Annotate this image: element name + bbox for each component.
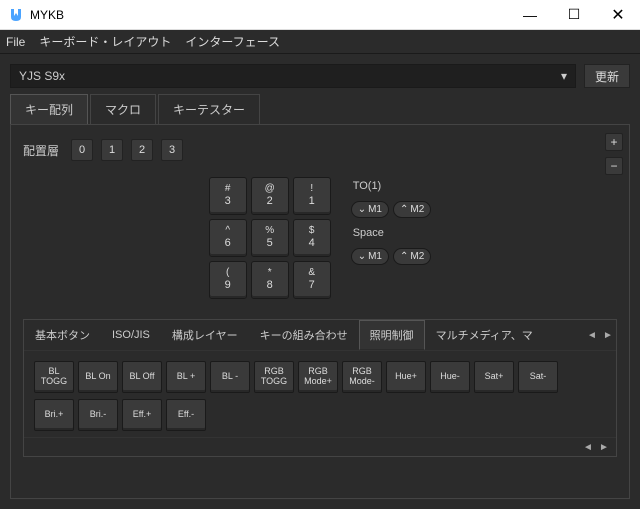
encoder-m1-down-2[interactable]: ⌄M1 [351, 248, 389, 265]
layer-label: 配置層 [23, 142, 59, 159]
cat-scroll-left[interactable]: ◄ [584, 323, 600, 347]
encoder-m1-down[interactable]: ⌄M1 [351, 201, 389, 218]
keycode-panel: 基本ボタン ISO/JIS 構成レイヤー キーの組み合わせ 照明制御 マルチメデ… [23, 319, 617, 457]
main-tabs: キー配列 マクロ キーテスター [0, 94, 640, 124]
lighting-row-2: Bri.+Bri.-Eff.+Eff.- [34, 399, 606, 431]
lighting-btn-bl+[interactable]: BL + [166, 361, 206, 393]
caret-down-icon: ⌄ [358, 204, 366, 215]
cat-tab-iso[interactable]: ISO/JIS [101, 322, 161, 348]
caret-up-icon: ⌃ [400, 251, 408, 262]
lighting-btn-rgbmode-[interactable]: RGBMode- [342, 361, 382, 393]
layer-1-button[interactable]: 1 [101, 139, 123, 161]
cat-tab-combo[interactable]: キーの組み合わせ [249, 320, 359, 350]
key-9[interactable]: (9 [209, 261, 247, 299]
lighting-btn-bloff[interactable]: BL Off [122, 361, 162, 393]
titlebar: MYKB — ☐ ✕ [0, 0, 640, 30]
lighting-row-1: BLTOGGBL OnBL OffBL +BL -RGBTOGGRGBMode+… [34, 361, 606, 393]
lighting-btn-eff-[interactable]: Eff.- [166, 399, 206, 431]
encoder-to1-label[interactable]: TO(1) [351, 177, 432, 195]
lighting-btn-bri-[interactable]: Bri.- [78, 399, 118, 431]
tab-macro[interactable]: マクロ [90, 94, 156, 124]
app-logo-icon [8, 7, 24, 23]
key-8[interactable]: *8 [251, 261, 289, 299]
lighting-btn-bri+[interactable]: Bri.+ [34, 399, 74, 431]
zoom-out-button[interactable]: − [605, 157, 623, 175]
zoom-in-button[interactable]: + [605, 133, 623, 151]
lighting-btn-hue-[interactable]: Hue- [430, 361, 470, 393]
lighting-btn-blon[interactable]: BL On [78, 361, 118, 393]
menu-keyboard-layout[interactable]: キーボード・レイアウト [39, 33, 171, 50]
key-grid: #3 @2 !1 ^6 %5 $4 (9 *8 &7 [209, 177, 331, 299]
panel-scroll-right[interactable]: ► [596, 440, 612, 454]
lighting-btn-sat+[interactable]: Sat+ [474, 361, 514, 393]
menu-interface[interactable]: インターフェース [185, 33, 280, 50]
cat-tab-media[interactable]: マルチメディア、マ [425, 320, 544, 350]
key-1[interactable]: !1 [293, 177, 331, 215]
key-4[interactable]: $4 [293, 219, 331, 257]
lighting-btn-sat-[interactable]: Sat- [518, 361, 558, 393]
key-7[interactable]: &7 [293, 261, 331, 299]
key-6[interactable]: ^6 [209, 219, 247, 257]
tab-keymap[interactable]: キー配列 [10, 94, 88, 124]
encoder-column: TO(1) ⌄M1 ⌃M2 Space ⌄M1 ⌃M2 [351, 177, 432, 299]
caret-down-icon: ⌄ [358, 251, 366, 262]
lighting-btn-bltogg[interactable]: BLTOGG [34, 361, 74, 393]
lighting-btn-eff+[interactable]: Eff.+ [122, 399, 162, 431]
update-button[interactable]: 更新 [584, 64, 630, 88]
cat-scroll-right[interactable]: ► [600, 323, 616, 347]
maximize-button[interactable]: ☐ [552, 0, 596, 30]
close-button[interactable]: ✕ [596, 0, 640, 30]
content-panel: + − 配置層 0 1 2 3 #3 @2 !1 ^6 %5 $4 (9 *8 … [10, 124, 630, 499]
minimize-button[interactable]: — [508, 0, 552, 30]
encoder-m2-up[interactable]: ⌃M2 [393, 201, 431, 218]
device-selected-label: YJS S9x [19, 69, 65, 83]
key-3[interactable]: #3 [209, 177, 247, 215]
encoder-m2-up-2[interactable]: ⌃M2 [393, 248, 431, 265]
tab-keytester[interactable]: キーテスター [158, 94, 260, 124]
cat-tab-basic[interactable]: 基本ボタン [24, 320, 101, 350]
key-5[interactable]: %5 [251, 219, 289, 257]
cat-tab-layers[interactable]: 構成レイヤー [161, 320, 249, 350]
lighting-btn-rgbtogg[interactable]: RGBTOGG [254, 361, 294, 393]
encoder-space-label[interactable]: Space [351, 224, 432, 242]
menu-file[interactable]: File [6, 35, 25, 49]
chevron-down-icon: ▾ [561, 69, 567, 83]
layer-2-button[interactable]: 2 [131, 139, 153, 161]
panel-scroll-left[interactable]: ◄ [580, 440, 596, 454]
lighting-btn-rgbmode+[interactable]: RGBMode+ [298, 361, 338, 393]
device-select[interactable]: YJS S9x ▾ [10, 64, 576, 88]
key-2[interactable]: @2 [251, 177, 289, 215]
layer-0-button[interactable]: 0 [71, 139, 93, 161]
lighting-btn-hue+[interactable]: Hue+ [386, 361, 426, 393]
cat-tab-lighting[interactable]: 照明制御 [359, 320, 425, 350]
lighting-btn-bl-[interactable]: BL - [210, 361, 250, 393]
layer-3-button[interactable]: 3 [161, 139, 183, 161]
menubar: File キーボード・レイアウト インターフェース [0, 30, 640, 54]
window-title: MYKB [30, 8, 508, 22]
caret-up-icon: ⌃ [400, 204, 408, 215]
